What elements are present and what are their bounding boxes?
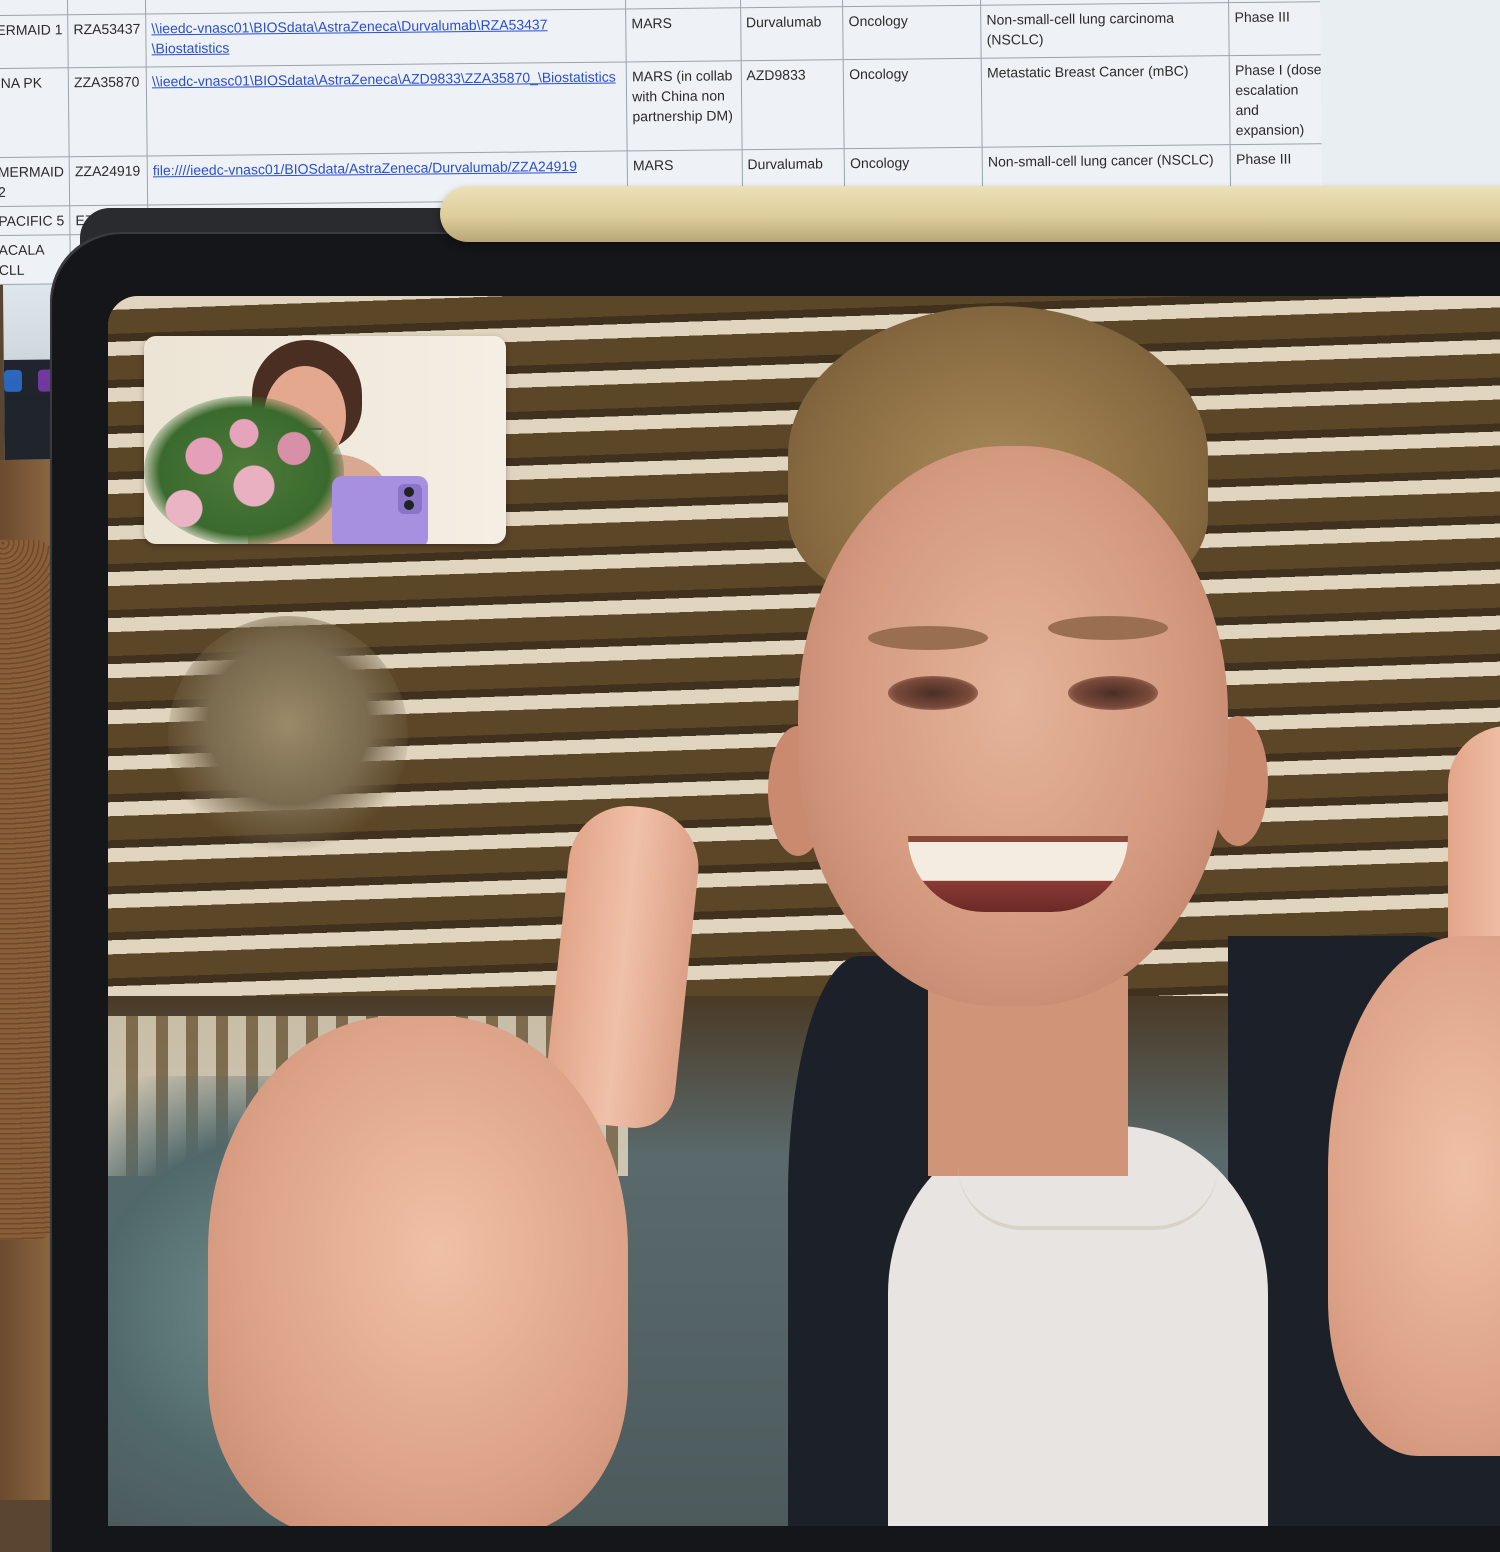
cell-study [0, 0, 68, 16]
cell-path[interactable]: \\ieedc-vnasc01\BIOSdata\AstraZeneca\AZD… [146, 61, 628, 156]
flower-bouquet [144, 396, 344, 544]
table-row: INA PK ZZA35870 \\ieedc-vnasc01\BIOSdata… [0, 54, 1332, 158]
app-icon-blue[interactable] [3, 369, 23, 392]
cell-path[interactable]: \\ieedc-vnasc01\BIOSdata\AstraZeneca\Dur… [145, 8, 627, 67]
necklace [958, 1166, 1218, 1230]
stylus-pencil [440, 186, 1500, 242]
remote-participant [208, 296, 1500, 1526]
neck [928, 976, 1128, 1176]
cell-study: INA PK [0, 67, 70, 158]
remote-background-lamp [168, 616, 408, 856]
cell-indication: Non-small-cell lung carcinoma (NSCLC) [980, 2, 1230, 59]
cell-study: PACIFIC 5 [0, 205, 71, 236]
cell-area: Oncology [843, 58, 983, 149]
cell-indication: Metastatic Breast Cancer (mBC) [981, 55, 1231, 148]
cell-study: MERMAID 2 [0, 156, 70, 207]
cell-phase: Phase I (dose escalation and expansion) [1229, 54, 1332, 145]
speaker-grille [0, 540, 55, 1240]
cell-area: Oncology [842, 5, 982, 60]
cell-code [67, 0, 146, 15]
cell-sponsor: MARS [625, 7, 741, 62]
self-view-pip[interactable] [144, 336, 506, 544]
eyebrow-right [1048, 616, 1168, 640]
cell-drug: Durvalumab [740, 6, 844, 61]
phone-camera-icon [398, 484, 422, 514]
cell-sponsor: MARS (in collab with China non partnersh… [626, 60, 742, 151]
eyebrow-left [868, 626, 988, 650]
cell-code: RZA53437 [67, 13, 147, 68]
eye-left [888, 676, 978, 710]
cell-drug: AZD9833 [740, 59, 845, 150]
cell-code: ZZA35870 [68, 66, 148, 157]
eye-right [1068, 676, 1158, 710]
cell-study: ERMAID 1 [0, 14, 69, 69]
cell-code: ZZA24919 [69, 155, 148, 206]
video-call-screen [108, 296, 1500, 1526]
cell-phase: Phase III [1228, 1, 1331, 56]
fist-left [208, 1016, 628, 1526]
face [798, 446, 1228, 1006]
